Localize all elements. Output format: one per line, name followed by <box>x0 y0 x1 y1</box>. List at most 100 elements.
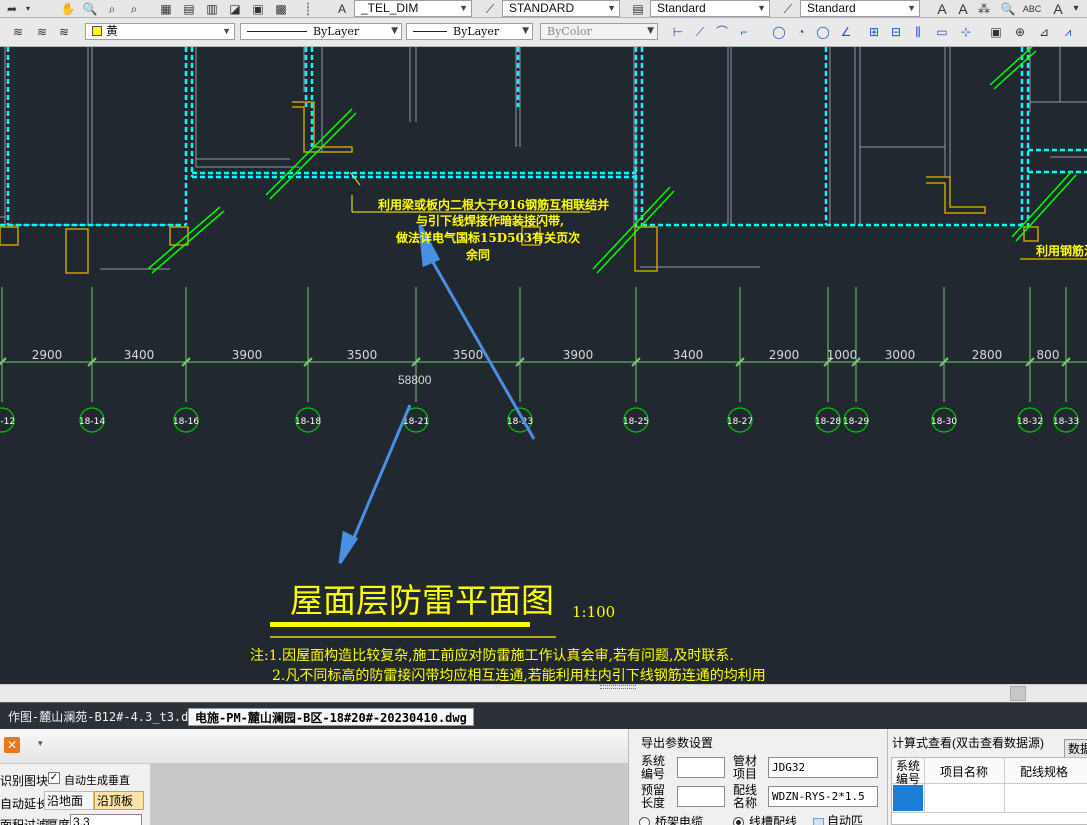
wire-name-input[interactable]: WDZN-RYS-2*1.5 <box>768 786 878 807</box>
auto-gen-label: 自动生成垂直 <box>64 775 130 787</box>
rebar-note-line-1: 利用梁或板内二根大于Ø16钢筋互相联结并 <box>378 198 610 212</box>
drawing-text-layer: 利用梁或板内二根大于Ø16钢筋互相联结并 与引下线焊接作暗装接闪带, 做法详电气… <box>0 47 1087 684</box>
mleaderstyle-icon[interactable]: ⟋ <box>780 1 796 17</box>
toolbar-layers: ≋ ≋ ≋ 黄 ▼ ByLayer ▼ ByLayer ▼ ByColor ▼ ⊢ ⟋ … <box>0 18 1087 47</box>
dimstyle-value: _TEL_DIM <box>361 1 419 15</box>
layer-select[interactable]: 黄 ▼ <box>85 23 235 40</box>
radio-wire-trough[interactable] <box>733 817 744 825</box>
dim-linear-icon[interactable]: ⊢ <box>670 24 686 40</box>
cad-application: ➦ ▾ ✋ 🔍 ⌕ ⌕ ▦ ▤ ▥ ◪ ▣ ▩ ┊ A _TEL_DIM ▼ ⟋ … <box>0 0 1087 825</box>
along-ceiling-button[interactable]: 沿顶板 <box>94 791 144 810</box>
total-dimension: 58800 <box>398 373 432 387</box>
layer-previous-icon[interactable]: ≋ <box>56 24 72 40</box>
layer-state-icon[interactable]: ≋ <box>34 24 50 40</box>
selected-row-cell[interactable] <box>893 785 923 811</box>
redo-icon[interactable]: ➦ <box>4 1 20 17</box>
along-floor-button[interactable]: 沿地面 <box>44 791 94 810</box>
properties-icon[interactable]: ▦ <box>158 1 174 17</box>
export-params-title: 导出参数设置 <box>641 736 714 750</box>
thickness-input[interactable]: 3.3 <box>70 814 142 825</box>
pipe-item-input[interactable]: JDG32 <box>768 757 878 778</box>
find-icon[interactable]: 🔍 <box>1000 1 1016 17</box>
dim-radius-icon[interactable]: ◯ <box>771 24 787 40</box>
linetype-select[interactable]: ByLayer ▼ <box>240 23 402 40</box>
spell-check-icon[interactable]: ABC <box>1023 1 1042 17</box>
dim-continue-icon[interactable]: ⫼ <box>910 24 926 40</box>
dropdown-arrow-icon[interactable]: ▾ <box>20 1 36 17</box>
center-mark-icon[interactable]: ⊹ <box>958 24 974 40</box>
pan-icon[interactable]: ✋ <box>60 1 76 17</box>
layer-name: 黄 <box>106 24 119 38</box>
annotation-add-icon[interactable]: A <box>955 1 971 17</box>
dim-aligned-icon[interactable]: ⟋ <box>692 24 708 40</box>
chevron-down-icon: ▼ <box>459 3 468 13</box>
file-tab-1[interactable]: 作图-麓山澜苑-B12#-4.3_t3.dwg <box>2 708 209 726</box>
data-button[interactable]: 数据 <box>1064 739 1087 759</box>
dim-baseline-icon[interactable]: ⊟ <box>888 24 904 40</box>
annotation-scale-icon[interactable]: A <box>934 1 950 17</box>
lineweight-select[interactable]: ByLayer ▼ <box>406 23 533 40</box>
tolerance-icon[interactable]: ▭ <box>934 24 950 40</box>
design-center-icon[interactable]: ▤ <box>181 1 197 17</box>
dim-space-icon[interactable]: ⊿ <box>1036 24 1052 40</box>
layer-manager-icon[interactable]: ≋ <box>10 24 26 40</box>
rebar-note-line-3: 做法详电气国标15D503有关页次 <box>396 231 581 245</box>
zoom-previous-icon[interactable]: ⌕ <box>126 1 142 17</box>
col-item-name: 项目名称 <box>940 765 989 779</box>
textstyle-select[interactable]: STANDARD ▼ <box>502 0 620 17</box>
zoom-realtime-icon[interactable]: 🔍 <box>82 1 98 17</box>
file-tab-bar: 作图-麓山澜苑-B12#-4.3_t3.dwg 电施-PM-麓山澜园-B区-18… <box>0 702 1087 729</box>
row-divider <box>892 812 1087 813</box>
chevron-down-icon: ▼ <box>907 3 916 13</box>
mleaderstyle-select[interactable]: Standard ▼ <box>800 0 920 17</box>
radio-cable-tray[interactable] <box>639 817 650 825</box>
horizontal-scrollbar[interactable] <box>0 684 1087 702</box>
dim-arc-icon[interactable]: ⌒ <box>714 24 730 40</box>
dim-break-icon[interactable]: ⩘ <box>1060 24 1076 40</box>
sys-no-input[interactable] <box>677 757 725 778</box>
splitter-grip-icon[interactable] <box>600 685 636 689</box>
lineweight-sample <box>413 31 447 32</box>
dim-edit-icon[interactable]: ▣ <box>988 24 1004 40</box>
chevron-down-icon: ▼ <box>391 26 398 36</box>
dim-ordinate-icon[interactable]: ⌐ <box>736 24 752 40</box>
dim-jogged-icon[interactable]: ◔ <box>793 24 809 40</box>
pipe-item-label: 管材 项目 <box>733 754 758 781</box>
dim-angular-icon[interactable]: ∠ <box>838 24 854 40</box>
file-tab-2[interactable]: 电施-PM-麓山澜园-B区-18#20#-20230410.dwg <box>188 708 474 726</box>
reserved-len-input[interactable] <box>677 786 725 807</box>
sheet-set-icon[interactable]: ◪ <box>227 1 243 17</box>
plugin-logo-icon[interactable]: ✕ <box>4 737 20 753</box>
annotation-remove-icon[interactable]: ⁂ <box>976 1 992 17</box>
auto-match-label: 自动匹 <box>827 814 864 825</box>
dimstyle-icon[interactable]: A <box>334 1 350 17</box>
tablestyle-value: Standard <box>657 1 706 15</box>
separator-icon: ┊ <box>304 2 312 16</box>
tool-palette-icon[interactable]: ▥ <box>204 1 220 17</box>
dropdown-arrow-icon[interactable]: ▾ <box>38 738 43 749</box>
rebar-note-right: 利用钢筋混 <box>1036 244 1087 258</box>
dim-diameter-icon[interactable]: ◯ <box>815 24 831 40</box>
col-divider <box>1004 758 1005 812</box>
col-sys-no: 系统 编号 <box>896 759 921 786</box>
calculator-icon[interactable]: ▩ <box>273 1 289 17</box>
tablestyle-icon[interactable]: ▤ <box>630 1 646 17</box>
plotstyle-select[interactable]: ByColor ▼ <box>540 23 658 40</box>
quick-dim-icon[interactable]: ⊞ <box>866 24 882 40</box>
dimstyle-select[interactable]: _TEL_DIM ▼ <box>354 0 472 17</box>
auto-match-checkbox[interactable] <box>813 818 824 825</box>
textstyle-icon[interactable]: ⟋ <box>482 1 498 17</box>
zoom-window-icon[interactable]: ⌕ <box>104 1 120 17</box>
markup-icon[interactable]: ▣ <box>250 1 266 17</box>
toolbar-standard: ➦ ▾ ✋ 🔍 ⌕ ⌕ ▦ ▤ ▥ ◪ ▣ ▩ ┊ A _TEL_DIM ▼ ⟋ … <box>0 0 1087 18</box>
sys-no-label: 系统 编号 <box>641 754 666 781</box>
text-scale-icon[interactable]: A <box>1050 1 1066 17</box>
chevron-down-icon: ▼ <box>222 26 231 36</box>
tablestyle-select[interactable]: Standard ▼ <box>650 0 770 17</box>
dim-update-icon[interactable]: ⊕ <box>1012 24 1028 40</box>
auto-gen-checkbox[interactable]: ✓ <box>48 772 60 784</box>
drawing-canvas[interactable]: 2900 3400 3900 3500 3500 3900 3400 2900 1000 3000… <box>0 46 1087 684</box>
scroll-thumb[interactable] <box>1010 686 1026 701</box>
mleaderstyle-value: Standard <box>807 1 856 15</box>
dropdown-arrow-icon[interactable]: ▾ <box>1068 1 1084 17</box>
